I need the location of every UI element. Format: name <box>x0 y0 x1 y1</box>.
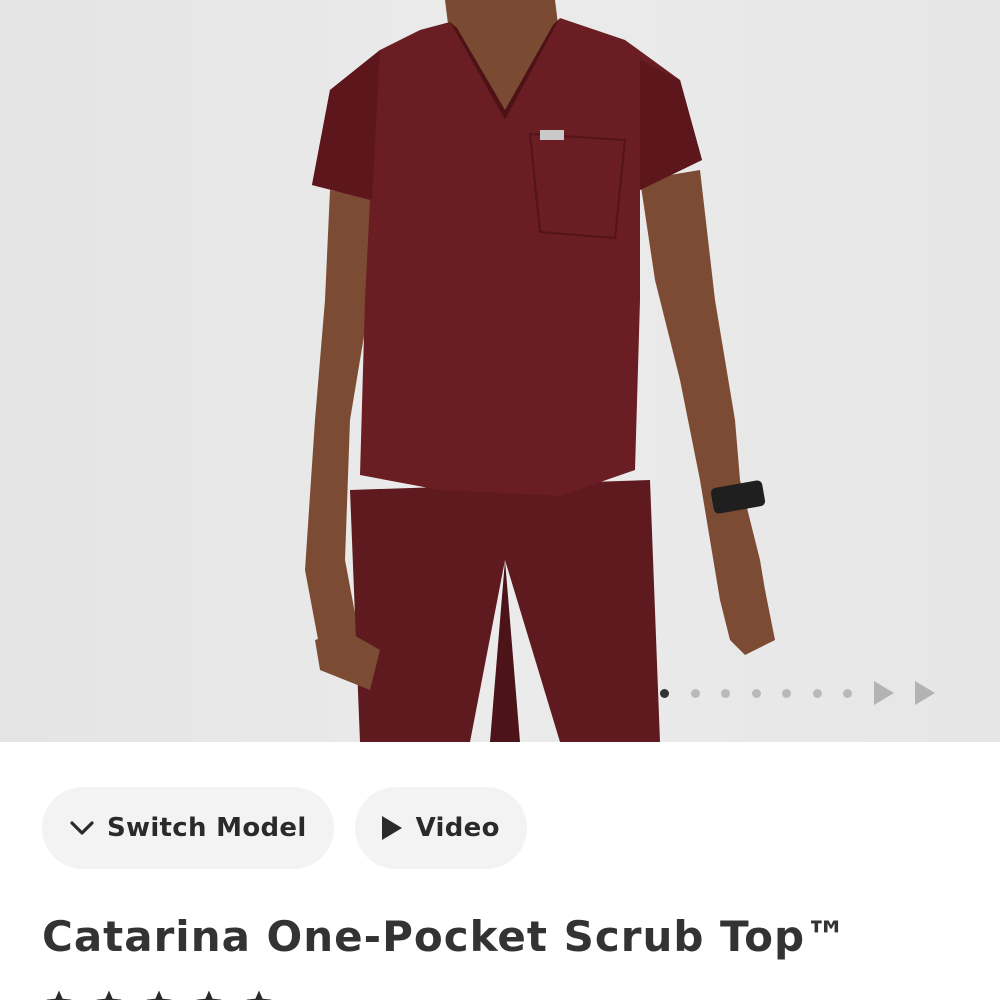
video-label: Video <box>415 813 500 843</box>
star-icon <box>146 990 172 1000</box>
carousel-video-icon[interactable] <box>914 681 935 705</box>
rating-stars[interactable] <box>44 988 294 1000</box>
product-image-gallery[interactable] <box>0 0 1000 742</box>
video-button[interactable]: Video <box>354 787 527 869</box>
carousel-dot-3[interactable] <box>721 688 730 698</box>
carousel-indicators <box>660 678 956 708</box>
star-icon <box>246 990 272 1000</box>
carousel-next-icon[interactable] <box>873 681 894 705</box>
media-actions: Switch Model Video <box>42 787 548 869</box>
star-icon <box>96 990 122 1000</box>
carousel-dot-7[interactable] <box>843 688 852 698</box>
carousel-dot-1[interactable] <box>660 688 669 698</box>
carousel-dot-6[interactable] <box>812 688 822 698</box>
carousel-dot-4[interactable] <box>751 688 761 698</box>
carousel-dot-5[interactable] <box>782 688 791 698</box>
product-photo <box>0 0 1000 742</box>
switch-model-button[interactable]: Switch Model <box>42 787 334 869</box>
star-icon <box>46 990 72 1000</box>
play-icon <box>381 816 402 840</box>
star-icon <box>196 990 222 1000</box>
product-title: Catarina One-Pocket Scrub Top™ <box>42 912 849 961</box>
switch-model-label: Switch Model <box>107 813 307 843</box>
chevron-down-icon <box>70 821 94 835</box>
carousel-dot-2[interactable] <box>690 688 700 698</box>
